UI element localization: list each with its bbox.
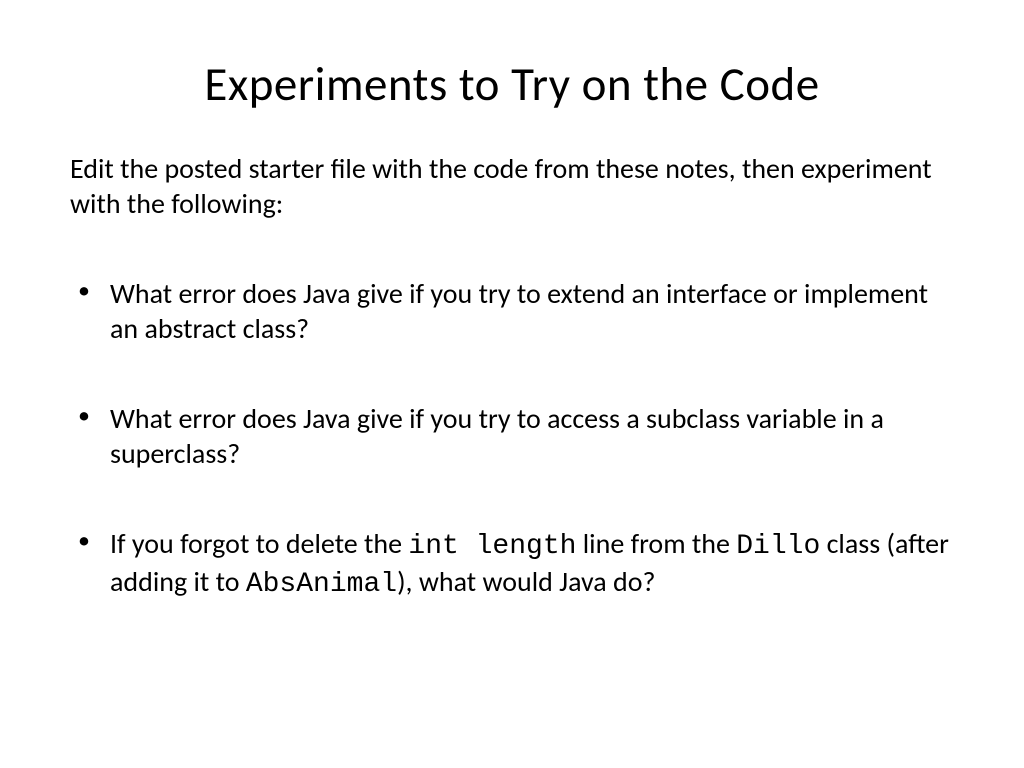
code-snippet: int length <box>408 531 576 562</box>
slide-title: Experiments to Try on the Code <box>40 55 984 113</box>
bullet-text: If you forgot to delete the <box>110 526 408 561</box>
bullet-item: What error does Java give if you try to … <box>70 276 954 346</box>
bullet-text: What error does Java give if you try to … <box>110 401 884 471</box>
bullet-text: What error does Java give if you try to … <box>110 276 928 346</box>
bullet-item: What error does Java give if you try to … <box>70 401 954 471</box>
code-snippet: AbsAnimal <box>246 569 397 600</box>
bullet-text: ), what would Java do? <box>397 564 655 599</box>
bullet-list: What error does Java give if you try to … <box>40 276 984 602</box>
bullet-text: line from the <box>576 526 736 561</box>
bullet-item: If you forgot to delete the int length l… <box>70 526 954 602</box>
intro-text: Edit the posted starter file with the co… <box>40 151 984 221</box>
code-snippet: Dillo <box>736 531 820 562</box>
